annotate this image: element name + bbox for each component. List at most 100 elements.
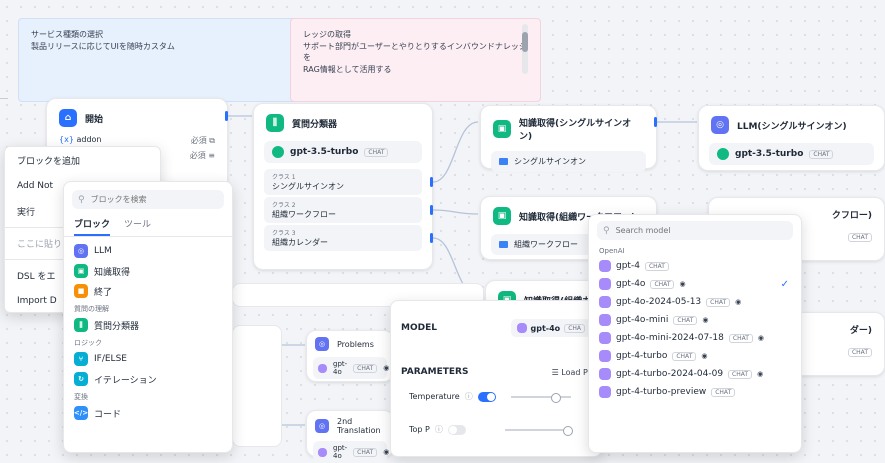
vision-icon: ◉ <box>383 448 390 456</box>
block-search-input[interactable] <box>88 194 218 205</box>
translation-node[interactable]: ◎ 2nd Translation gpt-4o CHAT ◉ <box>306 410 394 463</box>
note-scrollbar[interactable] <box>522 24 528 74</box>
knowledge-icon: ▣ <box>493 207 511 225</box>
required-label: 必須 <box>189 151 206 160</box>
model-tag: CHAT <box>650 279 675 289</box>
class-label: クラス 2 <box>272 202 296 209</box>
note-service-selection[interactable]: サービス種類の選択 製品リリースに応じてUIを随時カスタム <box>18 18 299 102</box>
block-item-iteration[interactable]: ↻ イテレーション <box>64 369 232 389</box>
start-node-output-handle[interactable] <box>225 111 228 121</box>
note-line: サービス種類の選択 <box>31 30 103 39</box>
class-3-handle[interactable] <box>430 233 433 243</box>
vision-icon: ◉ <box>701 352 708 360</box>
provider-label: OpenAI <box>599 247 625 255</box>
classifier-node[interactable]: ⫼ 質問分類器 gpt-3.5-turbo CHAT クラス 1 シングルサイン… <box>253 103 433 270</box>
model-option[interactable]: gpt-4o CHAT ◉ ✓ <box>589 275 801 293</box>
block-item-knowledge[interactable]: ▣ 知識取得 <box>64 261 232 281</box>
model-option[interactable]: gpt-4o-mini-2024-07-18 CHAT ◉ <box>589 329 801 347</box>
model-icon <box>599 332 611 344</box>
model-chip[interactable]: gpt-4o CHAT ◉ <box>313 441 390 463</box>
problems-node[interactable]: ◎ Problems gpt-4o CHAT ◉ <box>306 330 394 382</box>
block-item-end[interactable]: ■ 終了 <box>64 281 232 301</box>
knowledge-icon: ▣ <box>493 120 511 138</box>
model-option-name: gpt-4-turbo-2024-04-09 <box>616 369 724 379</box>
model-tag: CHAT <box>353 447 378 457</box>
temperature-slider[interactable] <box>510 392 571 403</box>
model-tag: CHAT <box>364 147 389 157</box>
temperature-toggle[interactable] <box>477 391 496 402</box>
block-item-label: 質問分類器 <box>94 321 140 332</box>
block-item-label: IF/ELSE <box>94 354 127 364</box>
end-icon: ■ <box>74 284 88 298</box>
model-dropdown: ⚲ OpenAI gpt-4 CHAT gpt-4o CHAT ◉ ✓ gpt-4o-202… <box>588 214 802 453</box>
class-item: クラス 2 組織ワークフロー <box>264 197 422 223</box>
code-icon: </> <box>74 406 88 420</box>
block-item-label: 知識取得 <box>94 267 131 278</box>
model-icon <box>318 447 327 457</box>
model-option[interactable]: gpt-4 CHAT <box>589 257 801 275</box>
temperature-label: Temperature <box>409 392 460 401</box>
model-option[interactable]: gpt-4o-2024-05-13 CHAT ◉ <box>589 293 801 311</box>
model-option-name: gpt-4 <box>616 261 640 271</box>
class-item: クラス 3 組織カレンダー <box>264 225 422 251</box>
block-item-label: イテレーション <box>94 375 157 386</box>
model-name: gpt-4o <box>333 360 348 376</box>
block-item-label: 終了 <box>94 287 113 298</box>
class-1-handle[interactable] <box>430 177 433 187</box>
node-output-handle[interactable] <box>654 117 657 127</box>
check-icon: ✓ <box>780 278 789 290</box>
block-item-classifier[interactable]: ⫼ 質問分類器 <box>64 315 232 335</box>
model-chip[interactable]: gpt-4o CHAT ◉ <box>313 357 390 379</box>
block-item-llm[interactable]: ◎ LLM <box>64 241 232 261</box>
model-settings-panel: MODEL gpt-4o CHA PARAMETERS ☰ Load Pr Te… <box>390 300 602 457</box>
classifier-icon: ⫼ <box>74 318 88 332</box>
model-icon <box>599 350 611 362</box>
model-chip[interactable]: gpt-3.5-turbo CHAT <box>709 143 874 165</box>
home-icon: ⌂ <box>59 109 77 127</box>
tab-tools[interactable]: ツール <box>124 217 151 236</box>
class-2-handle[interactable] <box>430 205 433 215</box>
knowledge-icon: ▣ <box>74 264 88 278</box>
model-option-name: gpt-4o-mini-2024-07-18 <box>616 333 724 343</box>
model-search-input[interactable] <box>613 225 787 236</box>
load-preset-button[interactable]: ☰ Load Pr <box>552 368 591 377</box>
block-item-code[interactable]: </> コード <box>64 403 232 423</box>
branch-icon: ⑂ <box>74 352 88 366</box>
class-label: クラス 1 <box>272 174 296 181</box>
llm-icon: ◎ <box>74 244 88 258</box>
vision-icon: ◉ <box>383 364 390 372</box>
block-item-label: コード <box>94 409 122 420</box>
vision-icon: ◉ <box>757 334 764 342</box>
model-select[interactable]: gpt-4o CHA <box>510 319 591 337</box>
loop-icon: ↻ <box>74 372 88 386</box>
model-option[interactable]: gpt-4-turbo-preview CHAT <box>589 383 801 401</box>
note-ledge[interactable]: レッジの取得 サポート部門がユーザーとやりとりするインバウンドナレッジを RAG… <box>290 18 541 102</box>
model-tag: CHAT <box>644 261 669 271</box>
model-option[interactable]: gpt-4-turbo CHAT ◉ <box>589 347 801 365</box>
model-chip[interactable]: gpt-3.5-turbo CHAT <box>264 141 422 163</box>
class-value: 組織カレンダー <box>272 238 328 247</box>
search-icon: ⚲ <box>78 194 85 205</box>
dataset-chip: シングルサインオン <box>491 151 646 172</box>
model-option[interactable]: gpt-4-turbo-2024-04-09 CHAT ◉ <box>589 365 801 383</box>
model-label: MODEL <box>401 323 437 333</box>
menu-add-block[interactable]: ブロックを追加 <box>5 147 160 174</box>
block-item-if-else[interactable]: ⑂ IF/ELSE <box>64 349 232 369</box>
model-tag: CHAT <box>728 333 753 343</box>
model-name: gpt-4o <box>333 444 348 460</box>
folder-icon <box>499 158 508 165</box>
node-title: LLM(シングルサインオン) <box>737 121 847 132</box>
knowledge-retrieval-sso-node[interactable]: ▣ 知識取得(シングルサインオン) シングルサインオン <box>480 105 657 172</box>
note-line: レッジの取得 <box>303 30 351 39</box>
tab-blocks[interactable]: ブロック <box>74 217 111 236</box>
search-icon: ⚲ <box>603 225 610 236</box>
dataset-name: 組織ワークフロー <box>514 240 578 249</box>
model-tag: CHAT <box>672 351 697 361</box>
top-p-slider[interactable] <box>504 425 573 436</box>
class-value: シングルサインオン <box>272 182 344 191</box>
top-p-toggle[interactable] <box>447 424 466 435</box>
parameters-label: PARAMETERS <box>401 367 469 377</box>
model-option[interactable]: gpt-4o-mini CHAT ◉ <box>589 311 801 329</box>
llm-sso-node[interactable]: ◎ LLM(シングルサインオン) gpt-3.5-turbo CHAT <box>698 105 885 171</box>
note-line: サポート部門がユーザーとやりとりするインバウンドナレッジを <box>303 41 527 63</box>
